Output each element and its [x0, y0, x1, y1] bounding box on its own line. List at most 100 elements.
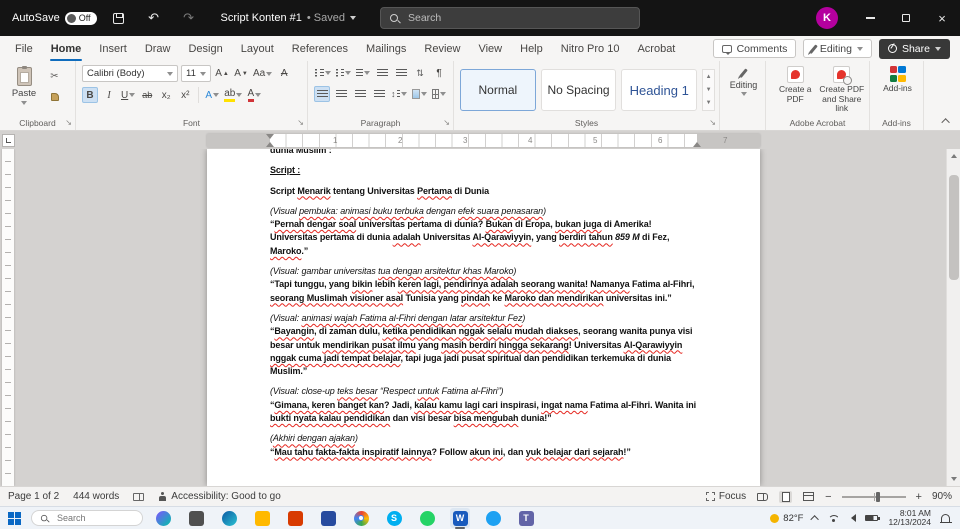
sort-button[interactable]: ⇅ — [412, 65, 428, 81]
zoom-out-button[interactable]: − — [825, 491, 831, 503]
page-indicator[interactable]: Page 1 of 2 — [8, 491, 59, 502]
tab-nitro-pro-10[interactable]: Nitro Pro 10 — [552, 36, 629, 61]
paragraph[interactable]: “Tapi tunggu, yang bikin lebih keren lag… — [270, 278, 697, 305]
horizontal-ruler[interactable]: 1 2 3 4 5 6 7 — [207, 134, 760, 147]
bullets-button[interactable] — [314, 65, 332, 81]
skype-icon[interactable]: S — [384, 508, 404, 528]
web-layout-button[interactable] — [802, 491, 815, 503]
photos-icon[interactable] — [318, 508, 338, 528]
tab-help[interactable]: Help — [511, 36, 552, 61]
numbering-button[interactable] — [335, 65, 353, 81]
file-explorer-icon[interactable] — [252, 508, 272, 528]
paragraph-dialog-launcher[interactable]: ↘ — [443, 118, 450, 127]
paragraph[interactable]: (Visual: animasi wajah Fatima al-Fihri d… — [270, 312, 697, 325]
office-icon[interactable] — [285, 508, 305, 528]
change-case-button[interactable]: Aa — [252, 66, 273, 82]
styles-scroll-up-icon[interactable]: ▲ — [703, 70, 714, 83]
undo-button[interactable]: ↶ — [141, 5, 167, 31]
tab-design[interactable]: Design — [179, 36, 231, 61]
edge-icon[interactable] — [219, 508, 239, 528]
comments-button[interactable]: Comments — [712, 39, 797, 58]
italic-button[interactable]: I — [101, 87, 117, 103]
styles-scroll-down-icon[interactable]: ▼ — [703, 83, 714, 96]
tab-selector[interactable] — [2, 134, 15, 147]
proofing-status[interactable] — [133, 492, 145, 501]
zoom-in-button[interactable]: + — [916, 491, 922, 503]
styles-more-icon[interactable]: ▼ — [703, 97, 714, 110]
scroll-up-button[interactable] — [947, 149, 960, 163]
wifi-icon[interactable] — [828, 514, 839, 522]
save-button[interactable] — [106, 5, 132, 31]
superscript-button[interactable]: x² — [177, 87, 193, 103]
subscript-button[interactable]: x₂ — [158, 87, 174, 103]
borders-button[interactable] — [431, 86, 447, 102]
create-pdf-share-link-button[interactable]: Create PDF and Share link — [819, 65, 866, 115]
hanging-indent-marker[interactable] — [266, 142, 274, 147]
tab-mailings[interactable]: Mailings — [357, 36, 415, 61]
twitter-icon[interactable] — [483, 508, 503, 528]
shrink-font-button[interactable]: A ▼ — [233, 66, 249, 82]
strikethrough-button[interactable]: ab — [139, 87, 155, 103]
word-count[interactable]: 444 words — [73, 491, 119, 502]
paragraph[interactable]: dunia Muslim : — [270, 149, 697, 157]
paragraph[interactable]: “Mau tahu fakta-fakta inspiratif lainnya… — [270, 446, 697, 459]
word-icon[interactable]: W — [450, 508, 470, 529]
account-avatar[interactable]: K — [816, 7, 838, 29]
multilevel-list-button[interactable] — [355, 65, 371, 81]
bold-button[interactable]: B — [82, 87, 98, 103]
paragraph[interactable]: “Bayangin, di zaman dulu, ketika pendidi… — [270, 325, 697, 378]
document-page[interactable]: dunia Muslim : Script : Script Menarik ten… — [207, 149, 760, 486]
increase-indent-button[interactable] — [393, 65, 409, 81]
scroll-down-button[interactable] — [947, 472, 960, 486]
paragraph[interactable]: (Visual: close-up teks besar “Respect un… — [270, 385, 697, 398]
redo-button[interactable]: ↷ — [176, 5, 202, 31]
minimize-button[interactable] — [852, 0, 888, 36]
styles-gallery-scroll[interactable]: ▲ ▼ ▼ — [702, 69, 716, 111]
tab-acrobat[interactable]: Acrobat — [628, 36, 684, 61]
focus-mode-button[interactable]: Focus — [705, 491, 746, 502]
collapse-ribbon-button[interactable] — [941, 118, 950, 127]
document-title[interactable]: Script Konten #1 • Saved — [221, 12, 356, 24]
show-formatting-marks-button[interactable]: ¶ — [431, 65, 447, 81]
taskbar-search-input[interactable] — [55, 512, 125, 524]
decrease-indent-button[interactable] — [374, 65, 390, 81]
highlight-color-button[interactable]: ab — [223, 87, 243, 103]
paste-button[interactable]: Paste — [6, 65, 42, 115]
tab-review[interactable]: Review — [415, 36, 469, 61]
line-spacing-button[interactable]: ↕ — [390, 86, 408, 102]
paragraph[interactable]: “Pernah dengar soal universitas pertama … — [270, 218, 697, 258]
font-size-select[interactable]: 11 — [181, 65, 211, 82]
tab-home[interactable]: Home — [42, 36, 91, 61]
teams-icon[interactable]: T — [516, 508, 536, 528]
chrome-icon[interactable] — [351, 508, 371, 528]
font-dialog-launcher[interactable]: ↘ — [297, 118, 304, 127]
volume-icon[interactable] — [847, 514, 857, 522]
document-text[interactable]: dunia Muslim : Script : Script Menarik ten… — [270, 149, 697, 466]
paragraph[interactable]: Script Menarik tentang Universitas Perta… — [270, 185, 697, 198]
autosave-toggle[interactable]: AutoSave Off — [12, 11, 97, 25]
shading-button[interactable] — [411, 86, 427, 102]
share-button[interactable]: Share — [878, 38, 950, 59]
scrollbar-thumb[interactable] — [949, 175, 959, 280]
create-pdf-button[interactable]: Create a PDF — [772, 65, 819, 115]
taskbar-search[interactable] — [31, 510, 143, 526]
justify-button[interactable] — [371, 86, 387, 102]
align-right-button[interactable] — [352, 86, 368, 102]
right-indent-marker[interactable] — [693, 142, 701, 147]
copilot-icon[interactable] — [153, 508, 173, 528]
grow-font-button[interactable]: A ▲ — [214, 66, 230, 82]
whatsapp-icon[interactable] — [417, 508, 437, 528]
first-line-indent-marker[interactable] — [266, 134, 274, 139]
paragraph[interactable]: (Akhiri dengan ajakan) — [270, 432, 697, 445]
tab-view[interactable]: View — [469, 36, 511, 61]
tray-overflow-button[interactable] — [810, 515, 820, 524]
tab-references[interactable]: References — [283, 36, 357, 61]
maximize-button[interactable] — [888, 0, 924, 36]
underline-button[interactable]: U — [120, 87, 136, 103]
close-button[interactable]: × — [924, 0, 960, 36]
text-effects-button[interactable]: A — [204, 87, 220, 103]
tab-insert[interactable]: Insert — [90, 36, 136, 61]
search-input[interactable] — [406, 11, 606, 25]
style-normal[interactable]: Normal — [460, 69, 536, 111]
format-painter-button[interactable] — [46, 89, 63, 104]
